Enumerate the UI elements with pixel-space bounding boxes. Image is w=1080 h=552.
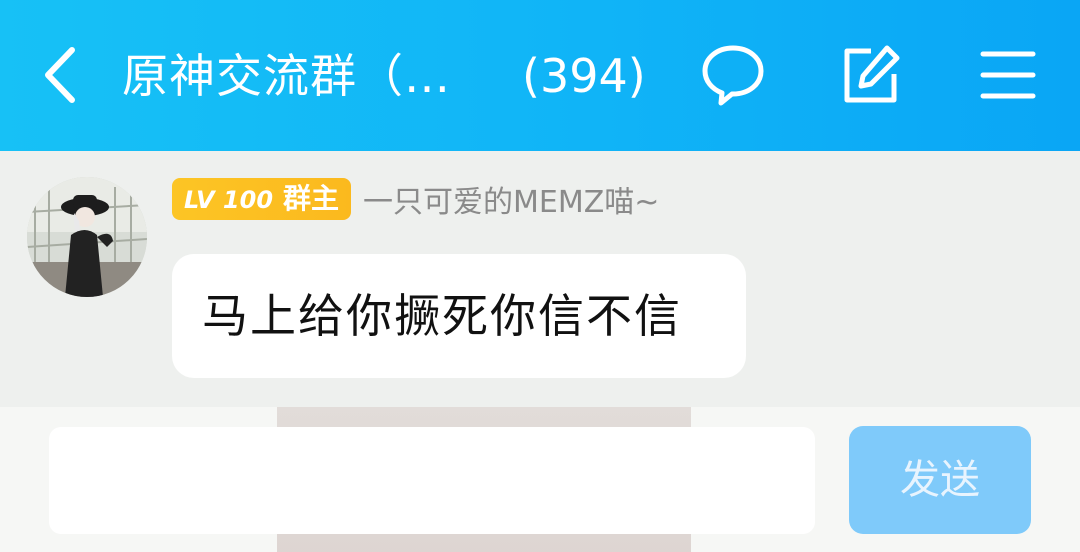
composer-bar: 发送 (0, 407, 1080, 552)
chat-bubble-icon[interactable] (700, 42, 766, 108)
chat-header: 原神交流群（… (394) (0, 0, 1080, 151)
message-bubble[interactable]: 马上给你撅死你信不信 (172, 254, 746, 378)
message-meta: LV 100 群主 一只可爱的MEMZ喵~ (172, 177, 659, 223)
message-input[interactable] (49, 427, 815, 534)
avatar[interactable] (27, 177, 147, 297)
group-title[interactable]: 原神交流群（… (122, 46, 451, 106)
badge-role: 群主 (283, 182, 340, 215)
menu-icon[interactable] (975, 42, 1041, 108)
back-chevron-icon[interactable] (38, 44, 88, 106)
level-badge: LV 100 群主 (172, 178, 352, 220)
chat-message: LV 100 群主 一只可爱的MEMZ喵~ 马上给你撅死你信不信 (0, 151, 1080, 407)
sender-name[interactable]: 一只可爱的MEMZ喵~ (363, 177, 659, 221)
edit-icon[interactable] (837, 42, 903, 108)
message-text: 马上给你撅死你信不信 (202, 289, 682, 343)
member-count[interactable]: (394) (522, 46, 646, 106)
badge-level: LV 100 (184, 186, 274, 214)
send-button[interactable]: 发送 (849, 426, 1031, 534)
